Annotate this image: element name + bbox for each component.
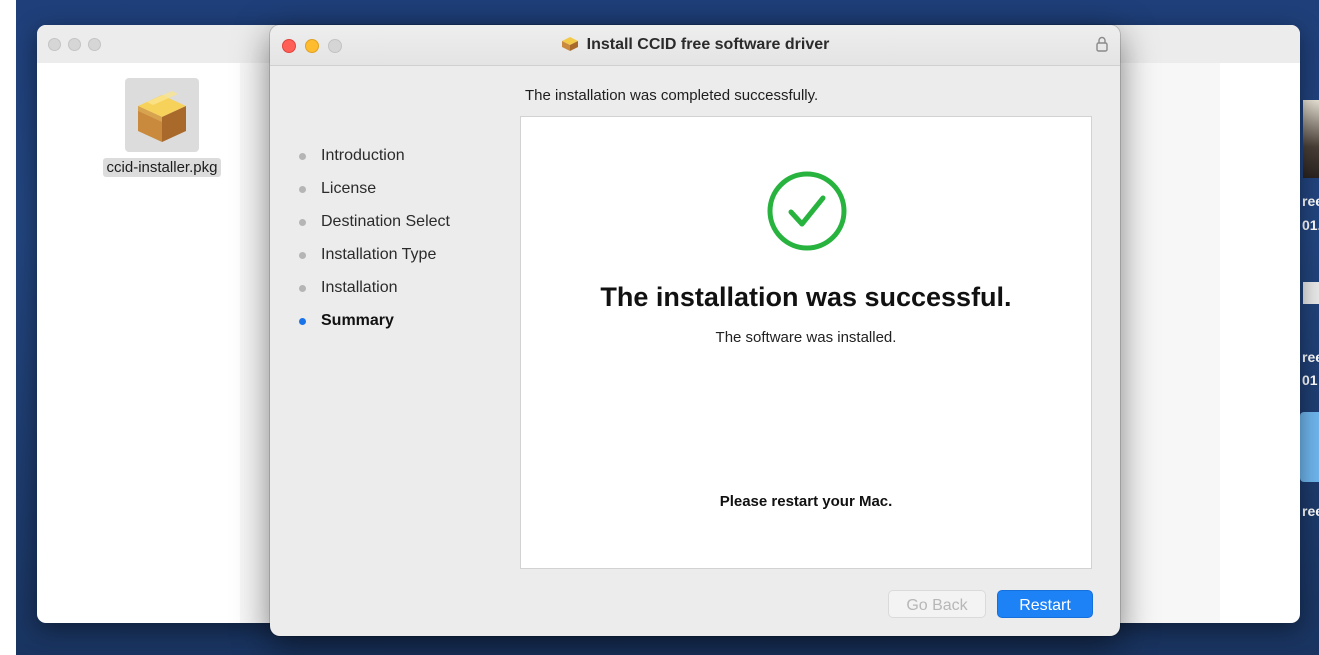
step-label: License — [321, 180, 377, 197]
installer-steps: Introduction License Destination Select … — [298, 145, 450, 343]
pkg-file-item[interactable]: ccid-installer.pkg — [82, 78, 242, 177]
edge-label: ree — [1302, 503, 1319, 519]
restart-message: Please restart your Mac. — [719, 493, 893, 510]
bullet-icon — [299, 186, 306, 193]
step-item-destination-select: Destination Select — [298, 211, 450, 244]
step-label: Introduction — [321, 147, 405, 164]
bullet-icon — [299, 318, 306, 325]
bullet-icon — [299, 153, 306, 160]
edge-label: ree — [1302, 193, 1319, 209]
package-icon[interactable] — [125, 78, 199, 152]
bullet-icon — [299, 252, 306, 259]
bullet-icon — [299, 219, 306, 226]
step-item-introduction: Introduction — [298, 145, 450, 178]
success-title: The installation was successful. — [600, 282, 1012, 312]
step-label: Installation Type — [321, 246, 437, 263]
edge-document-thumbnail[interactable] — [1303, 282, 1319, 304]
installer-titlebar[interactable]: Install CCID free software driver — [270, 25, 1120, 66]
status-header: The installation was completed successfu… — [525, 87, 819, 104]
step-label: Summary — [321, 312, 394, 329]
success-subtitle: The software was installed. — [715, 329, 897, 346]
window-title-group: Install CCID free software driver — [270, 36, 1120, 57]
step-label: Destination Select — [321, 213, 450, 230]
finder-zoom-button[interactable] — [88, 38, 101, 51]
bullet-icon — [299, 285, 306, 292]
pkg-file-label[interactable]: ccid-installer.pkg — [102, 158, 222, 177]
lock-icon[interactable] — [1096, 36, 1108, 57]
window-title: Install CCID free software driver — [586, 36, 830, 53]
step-item-installation-type: Installation Type — [298, 244, 450, 277]
checkmark-circle-icon — [765, 169, 849, 258]
finder-minimize-button[interactable] — [68, 38, 81, 51]
edge-label: ree — [1302, 349, 1319, 365]
summary-panel: The installation was successful. The sof… — [520, 116, 1092, 569]
finder-close-button[interactable] — [48, 38, 61, 51]
step-item-license: License — [298, 178, 450, 211]
package-icon — [561, 36, 579, 57]
edge-label: 01 — [1302, 372, 1318, 388]
step-item-installation: Installation — [298, 277, 450, 310]
step-item-summary: Summary — [298, 310, 450, 343]
edge-thumbnail[interactable] — [1303, 100, 1319, 178]
restart-button[interactable]: Restart — [997, 590, 1093, 618]
installer-window: Install CCID free software driver The in… — [270, 25, 1120, 636]
go-back-button[interactable]: Go Back — [888, 590, 986, 618]
edge-label: 01. — [1302, 217, 1319, 233]
step-label: Installation — [321, 279, 398, 296]
folder-icon[interactable] — [1300, 412, 1319, 482]
